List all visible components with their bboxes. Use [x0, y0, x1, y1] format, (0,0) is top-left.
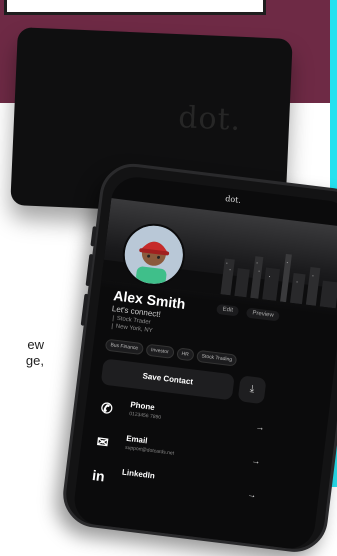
contact-title: Email	[125, 433, 148, 446]
linkedin-icon: in	[91, 466, 106, 485]
download-icon[interactable]: ⤓	[237, 375, 267, 405]
contact-value: 0123456 7890	[128, 410, 162, 421]
arrow-right-icon: →	[255, 421, 266, 433]
arrow-right-icon: →	[250, 455, 262, 467]
contact-title: Phone	[129, 400, 156, 412]
background-text: ew ge,	[12, 337, 44, 369]
save-contact-button[interactable]: Save Contact	[100, 358, 235, 401]
email-icon: ✉	[95, 433, 110, 451]
phone-mockup: dot. Alex Smith Edit Preview Let's conne…	[59, 160, 337, 556]
contact-value: support@dotcards.net	[124, 444, 175, 457]
background-text-line-2: ge,	[25, 353, 44, 368]
arrow-right-icon: →	[246, 488, 257, 501]
chip[interactable]: HR	[175, 347, 195, 362]
edit-button[interactable]: Edit	[216, 303, 240, 317]
contact-title: LinkedIn	[121, 467, 156, 481]
phone-screen: dot. Alex Smith Edit Preview Let's conne…	[71, 174, 337, 552]
background-text-line-1: ew	[27, 337, 44, 352]
chip[interactable]: Investor	[145, 343, 175, 359]
phone-volume-down-button	[80, 293, 89, 326]
phone-volume-up-button	[85, 253, 94, 287]
top-outline-box	[4, 0, 266, 15]
card-logo: dot.	[177, 100, 242, 138]
chip[interactable]: Stock Trading	[195, 349, 238, 367]
chip[interactable]: Bus Finance	[104, 338, 144, 356]
phone-icon: ✆	[99, 399, 114, 417]
phone-side-button	[90, 226, 97, 247]
preview-button[interactable]: Preview	[245, 307, 281, 322]
